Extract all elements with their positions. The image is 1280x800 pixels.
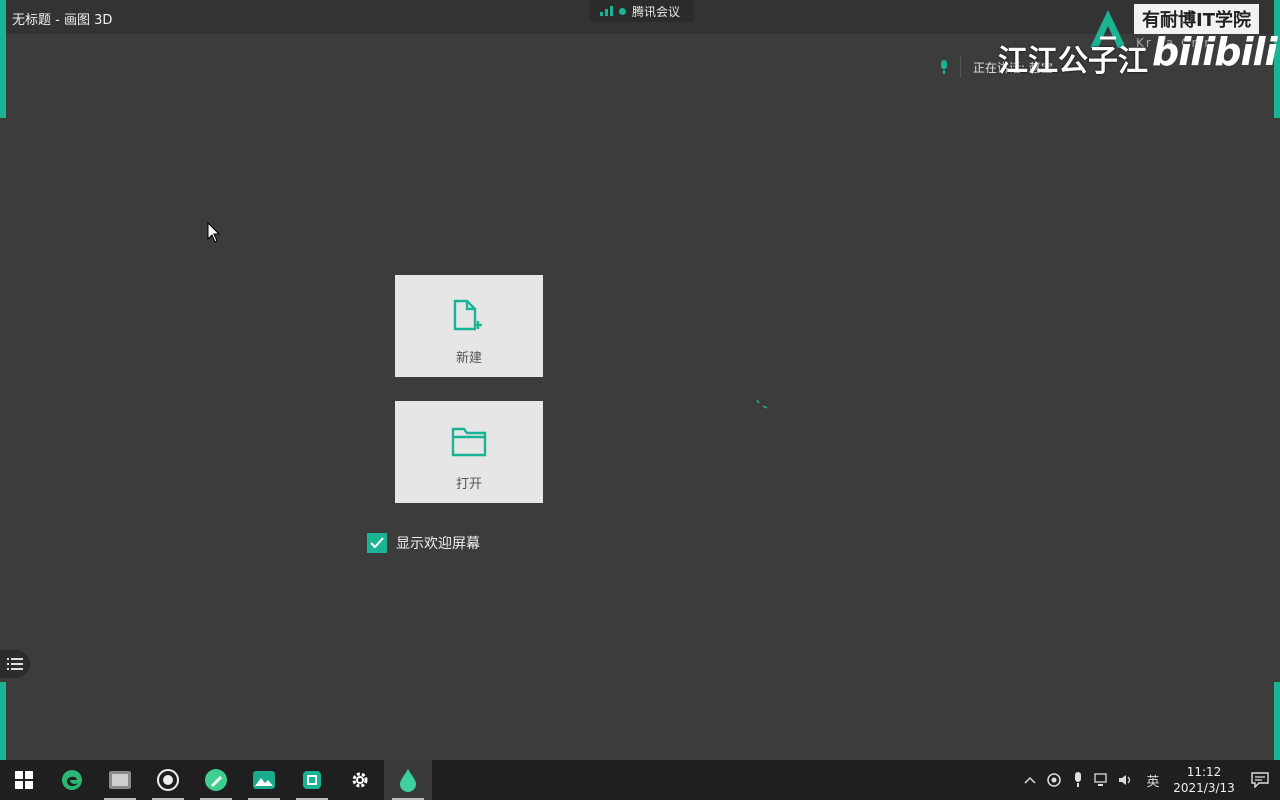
show-welcome-toggle[interactable]: 显示欢迎屏幕 — [367, 533, 480, 553]
settings-gear-icon — [352, 772, 368, 788]
system-tray: 英 11:12 2021/3/13 — [1018, 760, 1280, 800]
clock-date: 2021/3/13 — [1173, 781, 1235, 795]
meeting-indicator[interactable]: 腾讯会议 — [590, 0, 694, 22]
input-method-indicator[interactable]: 英 — [1138, 760, 1168, 800]
show-hidden-icons-button[interactable] — [1018, 760, 1042, 800]
taskbar-edge[interactable] — [48, 760, 96, 800]
new-file-icon — [453, 299, 482, 331]
volume-icon — [1119, 775, 1131, 785]
record-tray-icon — [1047, 773, 1061, 787]
notification-icon — [1251, 772, 1269, 788]
paint3d-icon — [400, 769, 416, 792]
taskbar-clock[interactable]: 11:12 2021/3/13 — [1168, 764, 1240, 796]
taskbar-paint3d[interactable] — [384, 760, 432, 800]
author-watermark: 江江公子江 — [998, 44, 1148, 79]
divider — [960, 56, 961, 78]
loading-spinner-icon — [756, 399, 768, 409]
taskbar-record-app[interactable] — [144, 760, 192, 800]
screen-capture-icon — [303, 771, 321, 789]
checkmark-icon — [370, 537, 384, 549]
pen-app-icon — [205, 769, 227, 791]
show-welcome-checkbox[interactable] — [367, 533, 387, 553]
share-border-right-bottom — [1274, 682, 1280, 760]
share-border-left-bottom — [0, 682, 6, 760]
microphone-icon — [940, 60, 948, 74]
signal-strength-icon — [600, 6, 613, 16]
open-project-button[interactable]: 打开 — [395, 401, 543, 503]
side-menu-button[interactable] — [0, 650, 30, 678]
meeting-app-name: 腾讯会议 — [632, 4, 681, 19]
show-welcome-label: 显示欢迎屏幕 — [396, 536, 480, 552]
share-border-left-top — [0, 0, 6, 118]
taskbar-pen-app[interactable] — [192, 760, 240, 800]
microphone-tray-icon — [1075, 772, 1081, 787]
notification-center-button[interactable] — [1240, 760, 1280, 800]
windows-start-icon — [15, 771, 33, 789]
list-menu-icon — [7, 658, 23, 670]
new-project-button[interactable]: 新建 — [395, 275, 543, 377]
network-icon — [1094, 773, 1107, 786]
taskbar: 英 11:12 2021/3/13 — [0, 760, 1280, 800]
edge-browser-icon — [62, 770, 82, 790]
open-project-label: 打开 — [455, 477, 482, 492]
tray-record[interactable] — [1042, 760, 1066, 800]
media-app-icon — [109, 771, 131, 789]
record-app-icon — [157, 769, 179, 791]
clock-time: 11:12 — [1186, 765, 1222, 779]
folder-icon — [451, 427, 487, 457]
mouse-cursor-icon — [207, 222, 221, 243]
tray-microphone[interactable] — [1066, 760, 1090, 800]
start-button[interactable] — [0, 760, 48, 800]
taskbar-screen-capture[interactable] — [288, 760, 336, 800]
recording-dot-icon — [619, 7, 626, 15]
new-project-label: 新建 — [455, 351, 482, 366]
window-title: 无标题 - 画图 3D — [12, 13, 113, 28]
photos-icon — [253, 771, 275, 789]
chevron-up-icon — [1024, 776, 1036, 784]
bilibili-watermark: bilibili — [1152, 30, 1278, 74]
taskbar-settings[interactable] — [336, 760, 384, 800]
tray-volume[interactable] — [1114, 760, 1138, 800]
taskbar-media-app[interactable] — [96, 760, 144, 800]
taskbar-photos[interactable] — [240, 760, 288, 800]
desktop-screen: 无标题 - 画图 3D 腾讯会议 正在讲话: 赵宝 有耐博IT学院 Kr Ta … — [0, 0, 1280, 800]
tray-network[interactable] — [1090, 760, 1114, 800]
